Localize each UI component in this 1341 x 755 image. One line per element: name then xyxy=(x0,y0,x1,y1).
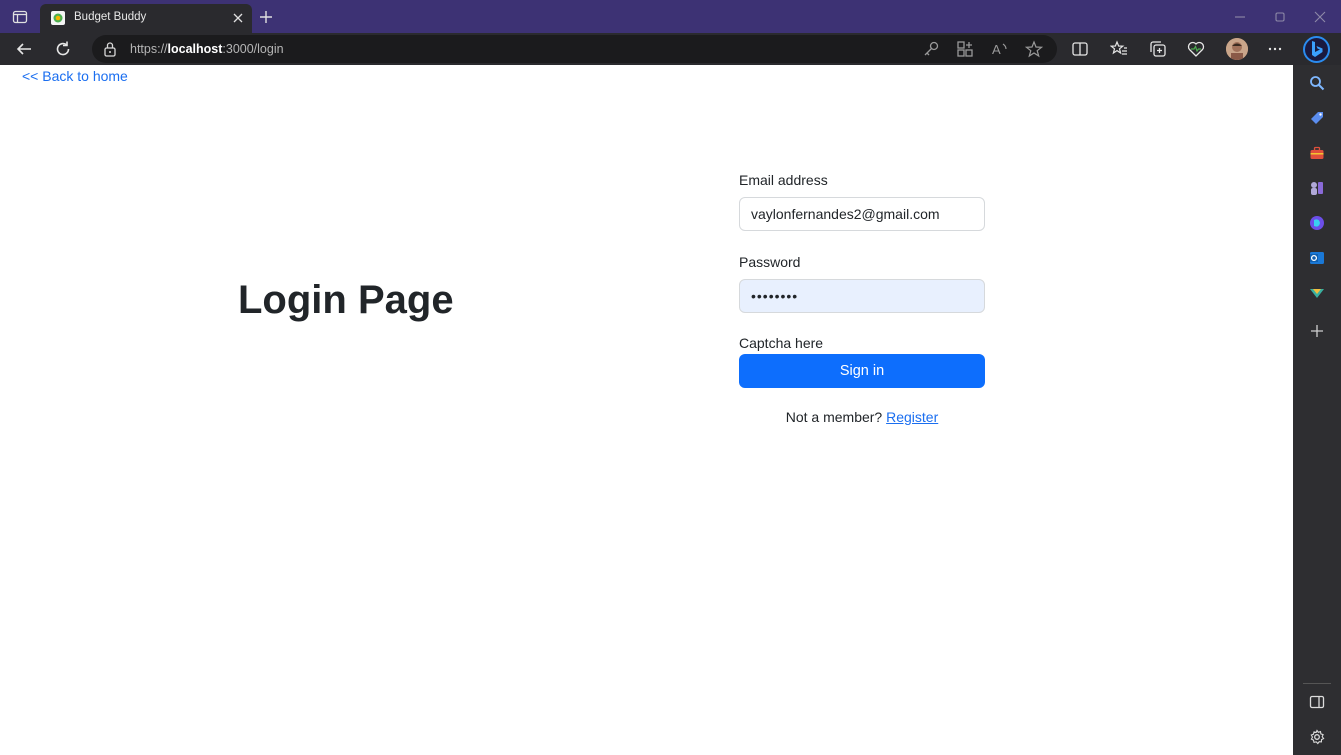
outlook-icon[interactable] xyxy=(1309,250,1325,266)
lock-icon[interactable] xyxy=(103,41,117,57)
settings-gear-icon[interactable] xyxy=(1309,729,1325,745)
shopping-tag-icon[interactable] xyxy=(1309,110,1325,126)
back-to-home-link[interactable]: << Back to home xyxy=(22,68,128,84)
collections-icon[interactable] xyxy=(1149,40,1167,58)
add-sidebar-app-icon[interactable] xyxy=(1309,323,1325,339)
email-field[interactable] xyxy=(739,197,985,231)
register-link[interactable]: Register xyxy=(886,409,938,425)
bing-copilot-button[interactable] xyxy=(1303,36,1330,63)
captcha-placeholder: Captcha here xyxy=(739,335,824,351)
restore-icon[interactable] xyxy=(1273,10,1287,24)
back-arrow-icon[interactable] xyxy=(15,40,33,58)
profile-face-icon xyxy=(1226,38,1248,60)
url-path: :3000/login xyxy=(222,42,284,56)
browser-tab[interactable]: Budget Buddy xyxy=(40,4,252,33)
sign-in-button[interactable]: Sign in xyxy=(739,354,985,388)
url-host: localhost xyxy=(167,42,223,56)
browser-sidebar xyxy=(1293,65,1341,755)
tools-briefcase-icon[interactable] xyxy=(1309,145,1325,161)
split-screen-icon[interactable] xyxy=(1071,40,1089,58)
new-tab-icon[interactable] xyxy=(258,9,274,25)
games-icon[interactable] xyxy=(1309,180,1325,196)
page-content: << Back to home Login Page Email address… xyxy=(0,65,1293,755)
read-aloud-icon[interactable]: A xyxy=(991,40,1009,58)
refresh-icon[interactable] xyxy=(54,40,72,58)
password-label: Password xyxy=(739,254,801,270)
close-tab-icon[interactable] xyxy=(232,12,244,24)
favorite-star-icon[interactable] xyxy=(1025,40,1043,58)
bing-icon xyxy=(1312,41,1323,57)
browser-titlebar: Budget Buddy xyxy=(0,0,1341,33)
password-key-icon[interactable] xyxy=(922,40,940,58)
favorites-icon[interactable] xyxy=(1110,40,1128,58)
browser-toolbar: https://localhost:3000/login A xyxy=(0,33,1341,65)
tab-actions-icon[interactable] xyxy=(12,9,28,25)
profile-avatar[interactable] xyxy=(1226,38,1248,60)
close-window-icon[interactable] xyxy=(1313,10,1327,24)
budget-buddy-favicon-icon xyxy=(51,11,65,25)
page-title: Login Page xyxy=(238,278,454,322)
register-prompt: Not a member? Register xyxy=(739,409,985,425)
url-text[interactable]: https://localhost:3000/login xyxy=(130,42,284,56)
app-available-icon[interactable] xyxy=(956,40,974,58)
browser-essentials-icon[interactable] xyxy=(1187,40,1205,58)
tab-title: Budget Buddy xyxy=(74,11,147,23)
address-bar[interactable]: https://localhost:3000/login A xyxy=(92,35,1057,63)
copilot-icon[interactable] xyxy=(1309,215,1325,231)
sidebar-divider xyxy=(1303,683,1331,684)
search-icon[interactable] xyxy=(1309,75,1325,91)
url-prefix: https:// xyxy=(130,42,168,56)
more-options-icon[interactable] xyxy=(1266,40,1284,58)
drop-icon[interactable] xyxy=(1309,285,1325,301)
email-label: Email address xyxy=(739,172,828,188)
password-field[interactable] xyxy=(739,279,985,313)
minimize-icon[interactable] xyxy=(1233,10,1247,24)
not-member-text: Not a member? xyxy=(785,409,883,425)
hide-sidebar-icon[interactable] xyxy=(1309,694,1325,710)
svg-text:A: A xyxy=(992,42,1001,57)
